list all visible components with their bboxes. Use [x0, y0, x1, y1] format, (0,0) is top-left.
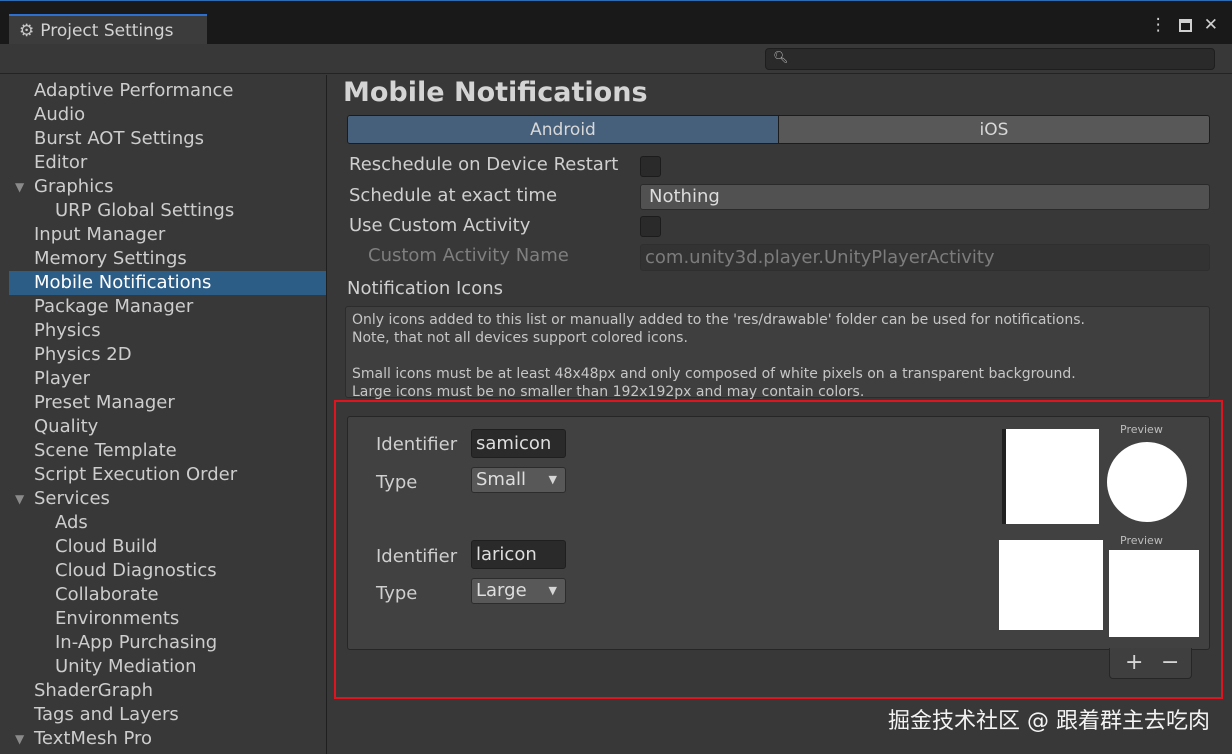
window-titlebar: ⚙ Project Settings ⋮ ✕	[0, 0, 1232, 45]
custom-activity-name-label: Custom Activity Name	[368, 245, 569, 266]
gear-icon: ⚙	[19, 20, 35, 41]
sidebar-item-memory-settings[interactable]: Memory Settings	[9, 247, 326, 271]
sidebar-item-player[interactable]: Player	[9, 367, 326, 391]
sidebar-item-input-manager[interactable]: Input Manager	[9, 223, 326, 247]
sidebar-item-label: Package Manager	[34, 296, 194, 317]
help-line: Only icons added to this list or manuall…	[352, 312, 1085, 328]
sidebar-item-environments[interactable]: Environments	[9, 607, 326, 631]
settings-sidebar: Adaptive Performance Audio Burst AOT Set…	[9, 75, 327, 754]
sidebar-item-label: Memory Settings	[34, 248, 187, 269]
sidebar-item-adaptive-performance[interactable]: Adaptive Performance	[9, 79, 326, 103]
toolbar: 🔍︎	[0, 44, 1232, 74]
window-tab-label: Project Settings	[40, 20, 174, 41]
sidebar-item-mobile-notifications[interactable]: Mobile Notifications	[9, 271, 326, 295]
sidebar-item-label: Ads	[55, 512, 88, 533]
sidebar-item-label: Script Execution Order	[34, 464, 238, 485]
tab-android[interactable]: Android	[348, 116, 779, 143]
sidebar-item-in-app-purchasing[interactable]: In-App Purchasing	[9, 631, 326, 655]
sidebar-item-label: Player	[34, 368, 91, 389]
sidebar-item-preset-manager[interactable]: Preset Manager	[9, 391, 326, 415]
window-controls: ⋮ ✕	[1150, 15, 1218, 35]
schedule-exact-dropdown[interactable]: Nothing	[640, 184, 1210, 210]
sidebar-item-urp-global-settings[interactable]: URP Global Settings	[9, 199, 326, 223]
sidebar-item-cloud-build[interactable]: Cloud Build	[9, 535, 326, 559]
sidebar-item-label: Physics	[34, 320, 101, 341]
sidebar-item-label: Collaborate	[55, 584, 159, 605]
sidebar-item-label: Mobile Notifications	[34, 272, 212, 293]
sidebar-item-graphics[interactable]: ▼ Graphics	[9, 175, 326, 199]
search-icon: 🔍︎	[773, 50, 789, 64]
sidebar-item-label: Unity Mediation	[55, 656, 197, 677]
sidebar-item-shadergraph[interactable]: ShaderGraph	[9, 679, 326, 703]
sidebar-item-audio[interactable]: Audio	[9, 103, 326, 127]
sidebar-item-unity-mediation[interactable]: Unity Mediation	[9, 655, 326, 679]
sidebar-item-label: Quality	[34, 416, 99, 437]
sidebar-item-label: Graphics	[34, 176, 114, 197]
tab-ios[interactable]: iOS	[779, 116, 1209, 143]
watermark-text: 掘金技术社区 @ 跟着群主去吃肉	[888, 709, 1210, 734]
sidebar-item-label: URP Global Settings	[55, 200, 235, 221]
page-title: Mobile Notifications	[343, 77, 648, 108]
sidebar-item-services[interactable]: ▼ Services	[9, 487, 326, 511]
highlight-frame	[334, 400, 1223, 699]
sidebar-item-label: Audio	[34, 104, 86, 125]
sidebar-item-textmesh-pro[interactable]: ▼ TextMesh Pro	[9, 727, 326, 751]
sidebar-item-label: Services	[34, 488, 110, 509]
sidebar-item-label: Environments	[55, 608, 180, 629]
expand-arrow-icon[interactable]: ▼	[15, 727, 24, 751]
help-line: Note, that not all devices support color…	[352, 330, 688, 346]
schedule-exact-label: Schedule at exact time	[349, 185, 558, 206]
help-line: Small icons must be at least 48x48px and…	[352, 366, 1076, 382]
sidebar-item-ads[interactable]: Ads	[9, 511, 326, 535]
use-custom-activity-label: Use Custom Activity	[349, 215, 531, 236]
sidebar-item-label: Editor	[34, 152, 88, 173]
sidebar-item-package-manager[interactable]: Package Manager	[9, 295, 326, 319]
reschedule-label: Reschedule on Device Restart	[349, 154, 619, 175]
sidebar-item-physics-2d[interactable]: Physics 2D	[9, 343, 326, 367]
sidebar-item-label: Burst AOT Settings	[34, 128, 205, 149]
sidebar-item-label: Physics 2D	[34, 344, 132, 365]
reschedule-checkbox[interactable]	[640, 156, 661, 177]
sidebar-item-editor[interactable]: Editor	[9, 151, 326, 175]
window-tab-project-settings[interactable]: ⚙ Project Settings	[9, 14, 207, 45]
sidebar-item-label: ShaderGraph	[34, 680, 153, 701]
sidebar-item-label: Tags and Layers	[34, 704, 179, 725]
notification-icons-heading: Notification Icons	[347, 278, 504, 299]
sidebar-item-physics[interactable]: Physics	[9, 319, 326, 343]
more-menu-icon[interactable]: ⋮	[1150, 15, 1167, 35]
sidebar-item-scene-template[interactable]: Scene Template	[9, 439, 326, 463]
sidebar-item-label: Input Manager	[34, 224, 166, 245]
custom-activity-name-field: com.unity3d.player.UnityPlayerActivity	[640, 244, 1210, 271]
sidebar-item-tags-and-layers[interactable]: Tags and Layers	[9, 703, 326, 727]
sidebar-item-burst-aot-settings[interactable]: Burst AOT Settings	[9, 127, 326, 151]
help-box: Only icons added to this list or manuall…	[345, 306, 1210, 400]
maximize-icon[interactable]	[1178, 18, 1192, 32]
platform-tabs: Android iOS	[347, 115, 1210, 144]
help-line: Large icons must be no smaller than 192x…	[352, 384, 865, 400]
expand-arrow-icon[interactable]: ▼	[15, 487, 24, 511]
sidebar-item-collaborate[interactable]: Collaborate	[9, 583, 326, 607]
sidebar-item-label: Cloud Diagnostics	[55, 560, 217, 581]
sidebar-item-label: Preset Manager	[34, 392, 175, 413]
sidebar-item-script-execution-order[interactable]: Script Execution Order	[9, 463, 326, 487]
sidebar-item-quality[interactable]: Quality	[9, 415, 326, 439]
sidebar-item-label: TextMesh Pro	[34, 728, 153, 749]
use-custom-activity-checkbox[interactable]	[640, 216, 661, 237]
sidebar-item-label: Cloud Build	[55, 536, 158, 557]
expand-arrow-icon[interactable]: ▼	[15, 175, 24, 199]
search-input[interactable]: 🔍︎	[765, 48, 1215, 70]
sidebar-item-label: Scene Template	[34, 440, 177, 461]
sidebar-item-cloud-diagnostics[interactable]: Cloud Diagnostics	[9, 559, 326, 583]
close-icon[interactable]: ✕	[1204, 15, 1218, 35]
sidebar-item-label: In-App Purchasing	[55, 632, 218, 653]
sidebar-item-label: Adaptive Performance	[34, 80, 234, 101]
